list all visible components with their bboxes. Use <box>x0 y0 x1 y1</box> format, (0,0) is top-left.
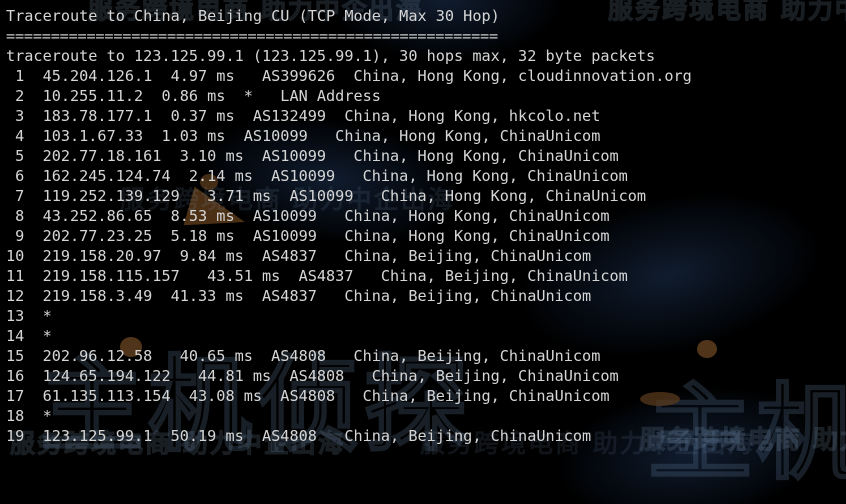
hop-line: 14 * <box>6 327 52 345</box>
hop-line: 8 43.252.86.65 8.53 ms AS10099 China, Ho… <box>6 207 610 225</box>
traceroute-title: Traceroute to China, Beijing CU (TCP Mod… <box>6 7 500 25</box>
hop-line: 1 45.204.126.1 4.97 ms AS399626 China, H… <box>6 67 692 85</box>
hop-line: 9 202.77.23.25 5.18 ms AS10099 China, Ho… <box>6 227 610 245</box>
traceroute-command-line: traceroute to 123.125.99.1 (123.125.99.1… <box>6 47 656 65</box>
hop-line: 19 123.125.99.1 50.19 ms AS4808 China, B… <box>6 427 592 445</box>
hop-line: 5 202.77.18.161 3.10 ms AS10099 China, H… <box>6 147 619 165</box>
hop-line: 15 202.96.12.58 40.65 ms AS4808 China, B… <box>6 347 601 365</box>
hop-line: 18 * <box>6 407 52 425</box>
hop-line: 2 10.255.11.2 0.86 ms * LAN Address <box>6 87 381 105</box>
hop-line: 6 162.245.124.74 2.14 ms AS10099 China, … <box>6 167 628 185</box>
hop-line: 10 219.158.20.97 9.84 ms AS4837 China, B… <box>6 247 592 265</box>
hop-line: 16 124.65.194.122 44.81 ms AS4808 China,… <box>6 367 619 385</box>
hop-line-list: 1 45.204.126.1 4.97 ms AS399626 China, H… <box>6 66 846 446</box>
terminal-output[interactable]: Traceroute to China, Beijing CU (TCP Mod… <box>0 0 846 504</box>
hop-line: 17 61.135.113.154 43.08 ms AS4808 China,… <box>6 387 610 405</box>
hop-line: 11 219.158.115.157 43.51 ms AS4837 China… <box>6 267 628 285</box>
hop-line: 7 119.252.139.129 3.71 ms AS10099 China,… <box>6 187 647 205</box>
hop-line: 13 * <box>6 307 52 325</box>
hop-line: 12 219.158.3.49 41.33 ms AS4837 China, B… <box>6 287 592 305</box>
title-separator-rule: ========================================… <box>6 27 498 45</box>
hop-line: 3 183.78.177.1 0.37 ms AS132499 China, H… <box>6 107 601 125</box>
hop-line: 4 103.1.67.33 1.03 ms AS10099 China, Hon… <box>6 127 601 145</box>
